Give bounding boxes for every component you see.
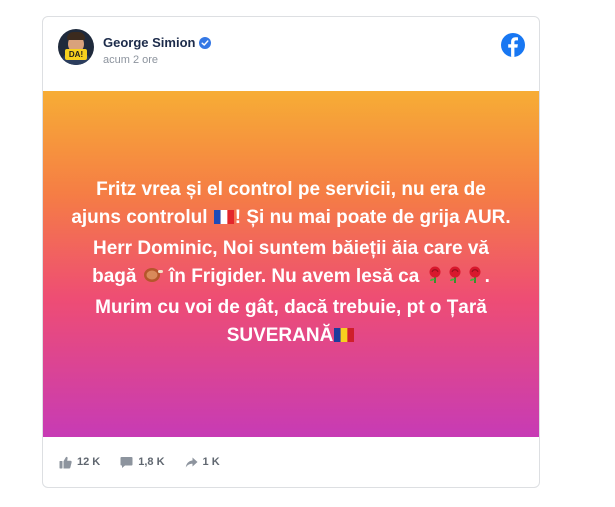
thumbs-up-icon — [59, 456, 72, 468]
avatar[interactable]: DA! — [58, 29, 94, 65]
rose-icon — [445, 265, 465, 294]
post-header: DA! George Simion acum 2 ore — [55, 27, 527, 75]
shares-stat[interactable]: 1 K — [185, 456, 220, 469]
post-text-segment: ! Și nu mai poate de grija AUR. — [234, 206, 511, 228]
facebook-logo-icon[interactable] — [501, 33, 525, 57]
avatar-badge: DA! — [65, 49, 87, 60]
rose-icon — [425, 265, 445, 294]
meat-icon — [142, 265, 164, 294]
post-text-segment: în Frigider. Nu avem lesă ca — [163, 265, 425, 287]
rose-icon — [465, 265, 485, 294]
post-stats-bar: 12 K 1,8 K 1 K — [43, 437, 539, 487]
facebook-post-card: DA! George Simion acum 2 ore Fritz vrea … — [42, 16, 540, 488]
verified-badge-icon — [199, 36, 212, 49]
comments-count: 1,8 K — [138, 456, 165, 468]
comment-icon — [120, 456, 133, 468]
post-background: Fritz vrea și el control pe servicii, nu… — [43, 91, 539, 437]
share-arrow-icon — [185, 457, 198, 467]
likes-count: 12 K — [77, 456, 101, 468]
flag-france-icon — [213, 207, 235, 235]
likes-stat[interactable]: 12 K — [59, 456, 100, 469]
post-paragraph-1: Fritz vrea și el control pe servicii, nu… — [71, 176, 511, 235]
comments-stat[interactable]: 1,8 K — [120, 456, 165, 469]
post-paragraph-2: Herr Dominic, Noi suntem băieții ăia car… — [71, 235, 511, 353]
flag-romania-icon — [333, 325, 355, 353]
post-timestamp[interactable]: acum 2 ore — [103, 54, 158, 66]
shares-count: 1 K — [202, 456, 220, 468]
post-text: Fritz vrea și el control pe servicii, nu… — [71, 176, 511, 353]
author-name[interactable]: George Simion — [103, 35, 195, 50]
